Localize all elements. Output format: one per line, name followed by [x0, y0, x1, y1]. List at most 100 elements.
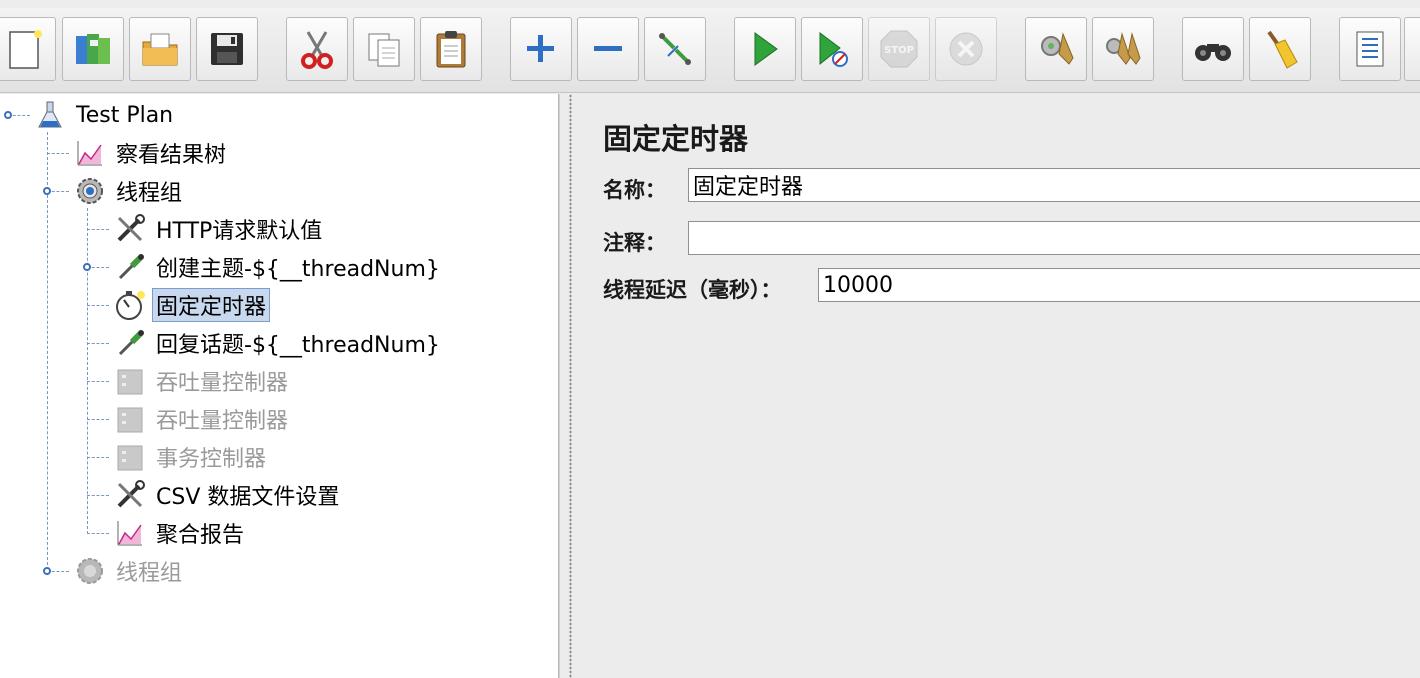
tree-connector	[87, 305, 109, 306]
comment-field[interactable]	[688, 221, 1420, 255]
tree-connector	[47, 190, 48, 570]
tree-node-test-plan[interactable]: Test Plan	[32, 98, 177, 132]
tree-node-label: 创建主题-${__threadNum}	[156, 257, 440, 282]
tree-node-label: CSV 数据文件设置	[156, 485, 340, 510]
tree-connector	[47, 132, 48, 190]
copy-button[interactable]	[353, 17, 415, 81]
tree-node-label: 察看结果树	[116, 143, 227, 168]
graph-results-icon	[72, 136, 108, 170]
broom-icon	[1267, 30, 1298, 69]
tree-node-reply-topic-sampler[interactable]: 回复话题-${__threadNum}	[112, 326, 444, 360]
tree-node-label: 线程组	[116, 561, 183, 586]
thread-delay-field[interactable]	[818, 268, 1420, 302]
collapse-button[interactable]	[577, 17, 639, 81]
tree-node-aggregate-report[interactable]: 聚合报告	[112, 516, 248, 550]
tree-node-thread-group[interactable]: 线程组	[72, 174, 186, 208]
tree-node-csv-data-set[interactable]: CSV 数据文件设置	[112, 478, 343, 512]
name-label: 名称：	[603, 178, 666, 202]
tree-node-label: 线程组	[116, 181, 183, 206]
test-plan-tree: Test Plan 察看结果树 线程组 HTTP请求默认值 创建主题-${__t…	[0, 94, 559, 678]
list-icon	[1356, 31, 1384, 67]
toolbar-top-strip	[0, 0, 1420, 8]
comment-label: 注释：	[603, 231, 666, 255]
tree-connector	[87, 208, 88, 534]
tree-node-throughput-controller[interactable]: 吞吐量控制器	[112, 364, 292, 398]
tree-node-label: 吞吐量控制器	[156, 371, 289, 396]
start-button[interactable]	[734, 17, 796, 81]
shutdown-button[interactable]	[935, 17, 997, 81]
tree-node-constant-timer[interactable]: 固定定时器	[112, 288, 271, 322]
clipboard-icon	[436, 31, 466, 68]
pipette-icon	[112, 250, 148, 284]
tree-expand-handle[interactable]	[4, 111, 12, 119]
splitter-grip	[569, 94, 572, 678]
name-field[interactable]	[688, 168, 1420, 202]
open-folder-icon	[142, 33, 178, 66]
toolbar: STOP	[0, 0, 1420, 93]
tree-node-label: 吞吐量控制器	[156, 409, 289, 434]
function-helper-button[interactable]	[1339, 17, 1401, 81]
tree-connector	[87, 495, 109, 496]
wrench-screwdriver-icon	[112, 212, 148, 246]
search-button[interactable]	[1182, 17, 1244, 81]
tree-expand-handle[interactable]	[83, 263, 91, 271]
clear-all-button[interactable]	[1092, 17, 1154, 81]
tree-expand-handle[interactable]	[43, 567, 51, 575]
pipette-icon	[112, 326, 148, 360]
tree-node-transaction-controller[interactable]: 事务控制器	[112, 440, 270, 474]
tree-node-view-results-tree[interactable]: 察看结果树	[72, 136, 230, 170]
play-no-timer-icon	[819, 32, 848, 67]
gear-icon	[72, 554, 108, 588]
constant-timer-panel: 固定定时器 名称： 注释： 线程延迟（毫秒）：	[581, 94, 1420, 678]
binoculars-icon	[1195, 44, 1231, 61]
templates-books-icon	[76, 34, 110, 64]
thread-delay-label: 线程延迟（毫秒）：	[603, 278, 782, 302]
templates-button[interactable]	[62, 17, 124, 81]
tree-connector	[87, 419, 109, 420]
graph-results-icon	[112, 516, 148, 550]
shutdown-icon	[949, 32, 983, 66]
cut-button[interactable]	[286, 17, 348, 81]
save-button[interactable]	[196, 17, 258, 81]
stop-button[interactable]: STOP	[868, 17, 930, 81]
plus-icon	[527, 35, 554, 62]
tree-connector	[87, 343, 109, 344]
tree-node-create-topic-sampler[interactable]: 创建主题-${__threadNum}	[112, 250, 444, 284]
controller-icon	[112, 364, 148, 398]
minus-icon	[594, 46, 622, 51]
toolbar-overflow-button[interactable]	[1404, 17, 1420, 81]
tree-node-label: 事务控制器	[156, 447, 267, 472]
expand-button[interactable]	[510, 17, 572, 81]
start-no-pauses-button[interactable]	[801, 17, 863, 81]
controller-icon	[112, 402, 148, 436]
tree-node-label: 回复话题-${__threadNum}	[156, 333, 440, 358]
tree-node-label: Test Plan	[76, 102, 174, 128]
controller-icon	[112, 440, 148, 474]
clear-button[interactable]	[1025, 17, 1087, 81]
stop-icon: STOP	[880, 30, 918, 68]
new-button[interactable]	[0, 17, 56, 81]
tree-node-thread-group-disabled[interactable]: 线程组	[72, 554, 186, 588]
gear-icon	[72, 174, 108, 208]
scissors-icon	[301, 31, 333, 69]
tree-node-http-defaults[interactable]: HTTP请求默认值	[112, 212, 326, 246]
tree-node-label: HTTP请求默认值	[156, 219, 323, 244]
list-icon	[1412, 26, 1420, 72]
panel-title: 固定定时器	[603, 122, 749, 156]
tree-connector	[87, 229, 109, 230]
flask-icon	[32, 98, 68, 132]
toggle-button[interactable]	[644, 17, 706, 81]
wrench-screwdriver-icon	[112, 478, 148, 512]
tree-connector	[87, 381, 109, 382]
toggle-pipettes-icon	[659, 33, 691, 65]
tree-expand-handle[interactable]	[43, 187, 51, 195]
clear-broom-gear-icon	[1041, 32, 1074, 65]
new-document-icon	[9, 30, 42, 69]
play-icon	[754, 32, 778, 66]
tree-node-label: 聚合报告	[156, 523, 245, 548]
open-button[interactable]	[129, 17, 191, 81]
reset-search-button[interactable]	[1249, 17, 1311, 81]
split-pane-divider[interactable]	[559, 94, 582, 678]
tree-node-throughput-controller[interactable]: 吞吐量控制器	[112, 402, 292, 436]
paste-button[interactable]	[420, 17, 482, 81]
